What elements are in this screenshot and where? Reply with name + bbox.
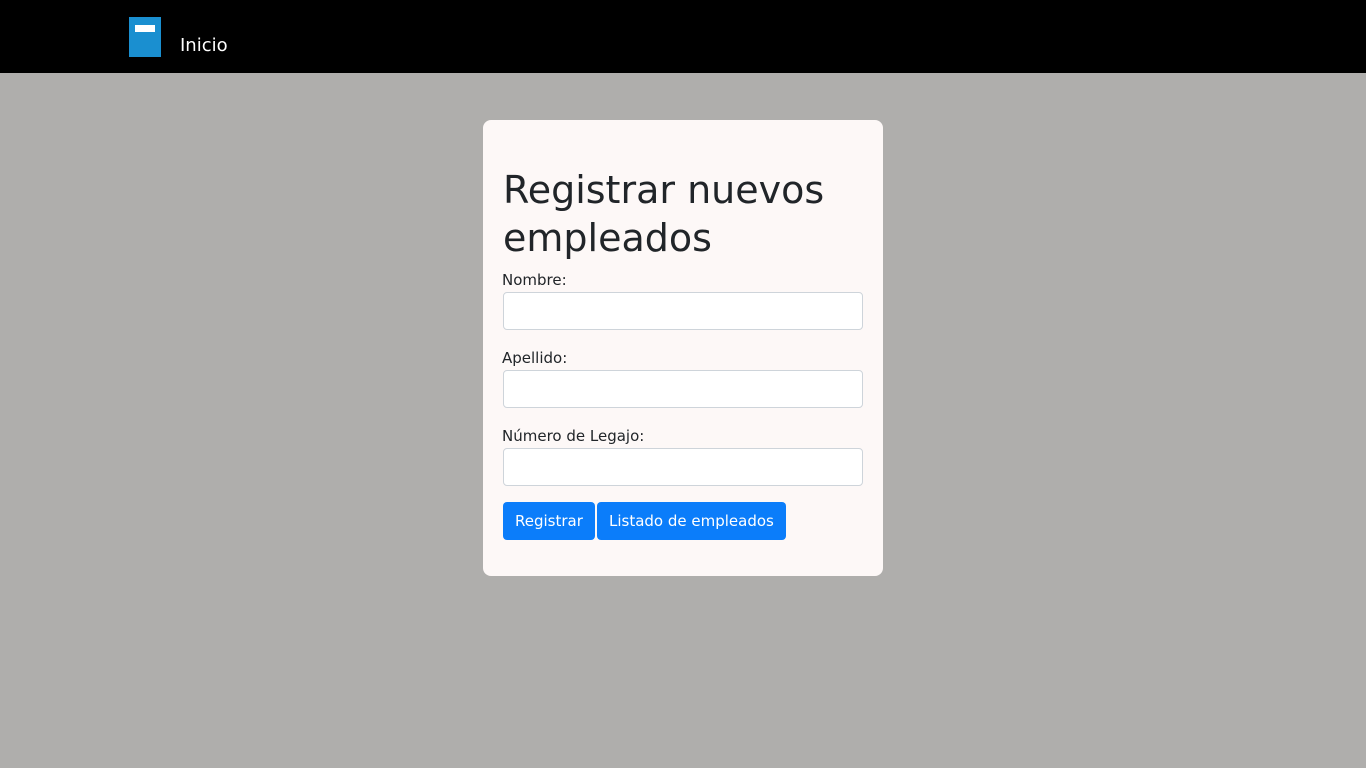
book-icon[interactable] xyxy=(129,17,161,57)
apellido-label: Apellido: xyxy=(502,349,568,367)
nav-home-link[interactable]: Inicio xyxy=(180,34,228,58)
nombre-label: Nombre: xyxy=(502,271,567,289)
nombre-input[interactable] xyxy=(503,292,863,330)
logo-bar xyxy=(135,25,155,32)
apellido-input[interactable] xyxy=(503,370,863,408)
register-card: Registrar nuevos empleados Nombre: Apell… xyxy=(483,120,883,576)
page-title: Registrar nuevos empleados xyxy=(503,168,825,260)
legajo-label: Número de Legajo: xyxy=(502,427,645,445)
employee-list-button[interactable]: Listado de empleados xyxy=(597,502,786,540)
legajo-input[interactable] xyxy=(503,448,863,486)
top-navbar: Inicio xyxy=(0,0,1366,73)
register-button[interactable]: Registrar xyxy=(503,502,595,540)
